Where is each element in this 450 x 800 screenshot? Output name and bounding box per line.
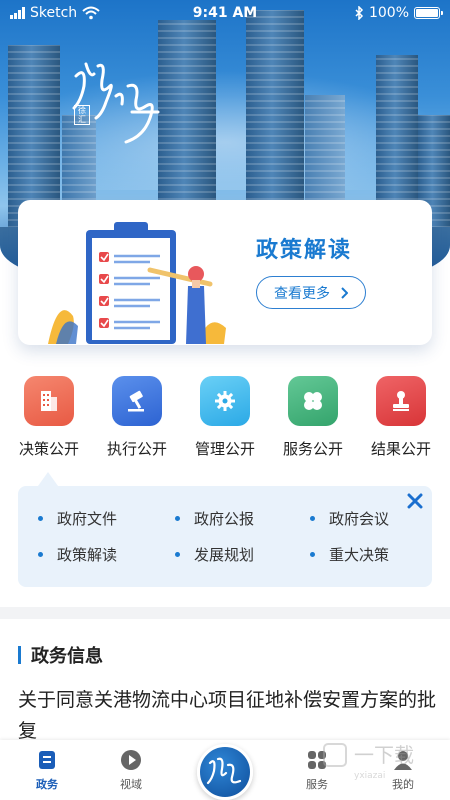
- clover-icon: [288, 376, 338, 426]
- subcategory-item[interactable]: 重大决策: [310, 544, 389, 565]
- subcategory-label: 重大决策: [329, 546, 390, 564]
- category-row: 决策公开 执行公开 管理公开 服务公开 结果公开: [0, 376, 450, 466]
- category-execution[interactable]: 执行公开: [94, 376, 180, 459]
- category-decision[interactable]: 决策公开: [6, 376, 92, 459]
- category-management[interactable]: 管理公开: [182, 376, 268, 459]
- home-logo-button[interactable]: [197, 744, 253, 800]
- gavel-icon: [112, 376, 162, 426]
- subcategory-item[interactable]: 政府公报: [175, 508, 254, 529]
- category-service[interactable]: 服务公开: [270, 376, 356, 459]
- policy-card[interactable]: 政策解读 查看更多: [18, 200, 432, 345]
- subcategory-panel: 政府文件 政府公报 政府会议 政策解读 发展规划 重大决策: [18, 486, 432, 587]
- stamp-icon: [376, 376, 426, 426]
- gear-icon: [200, 376, 250, 426]
- battery-percent: 100%: [368, 5, 409, 21]
- subcategory-label: 发展规划: [194, 546, 255, 564]
- tab-label: 视域: [120, 778, 142, 791]
- subcategory-label: 政府会议: [329, 510, 390, 528]
- bullet-dot: [38, 516, 43, 521]
- category-label: 决策公开: [18, 440, 79, 458]
- bluetooth-icon: [355, 6, 364, 20]
- status-bar: Sketch 9:41 AM 100%: [0, 0, 450, 28]
- bullet-dot: [38, 552, 43, 557]
- xuhui-calligraphy-logo: [72, 62, 160, 144]
- category-label: 服务公开: [282, 440, 343, 458]
- category-label: 执行公开: [106, 440, 167, 458]
- subcategory-label: 政策解读: [57, 546, 118, 564]
- xuhui-logo-icon: [206, 757, 242, 785]
- news-section-title: 政务信息: [31, 646, 103, 667]
- tab-label: 政务: [36, 778, 58, 791]
- view-more-button[interactable]: 查看更多: [256, 276, 366, 309]
- news-section-header: 政务信息: [18, 642, 103, 668]
- document-icon: [35, 748, 59, 772]
- subcategory-item[interactable]: 政府文件: [38, 508, 117, 529]
- policy-title: 政策解读: [256, 238, 353, 263]
- watermark-logo: 一下载 yxiazai: [323, 743, 414, 781]
- battery-icon: [414, 7, 443, 19]
- category-label: 结果公开: [370, 440, 431, 458]
- section-accent-bar: [18, 646, 21, 664]
- bullet-dot: [175, 552, 180, 557]
- section-divider: [0, 607, 450, 619]
- bullet-dot: [310, 516, 315, 521]
- view-more-label: 查看更多: [274, 285, 330, 302]
- subcategory-label: 政府文件: [57, 510, 118, 528]
- tab-video[interactable]: 视域: [96, 748, 166, 792]
- tab-government[interactable]: 政务: [12, 748, 82, 792]
- subcategory-item[interactable]: 发展规划: [175, 544, 254, 565]
- clipboard-illustration: [48, 222, 226, 344]
- subcategory-item[interactable]: 政策解读: [38, 544, 117, 565]
- bullet-dot: [310, 552, 315, 557]
- play-icon: [119, 748, 143, 772]
- chevron-right-icon: [341, 286, 348, 299]
- category-result[interactable]: 结果公开: [358, 376, 444, 459]
- svg-text:yxiazai: yxiazai: [354, 771, 385, 781]
- close-icon[interactable]: [406, 492, 424, 510]
- bullet-dot: [175, 516, 180, 521]
- subpanel-pointer: [38, 472, 58, 486]
- subcategory-item[interactable]: 政府会议: [310, 508, 389, 529]
- subcategory-label: 政府公报: [194, 510, 255, 528]
- logo-seal: 徐汇: [74, 105, 90, 125]
- building-icon: [24, 376, 74, 426]
- svg-text:一下载: 一下载: [354, 743, 414, 767]
- category-label: 管理公开: [194, 440, 255, 458]
